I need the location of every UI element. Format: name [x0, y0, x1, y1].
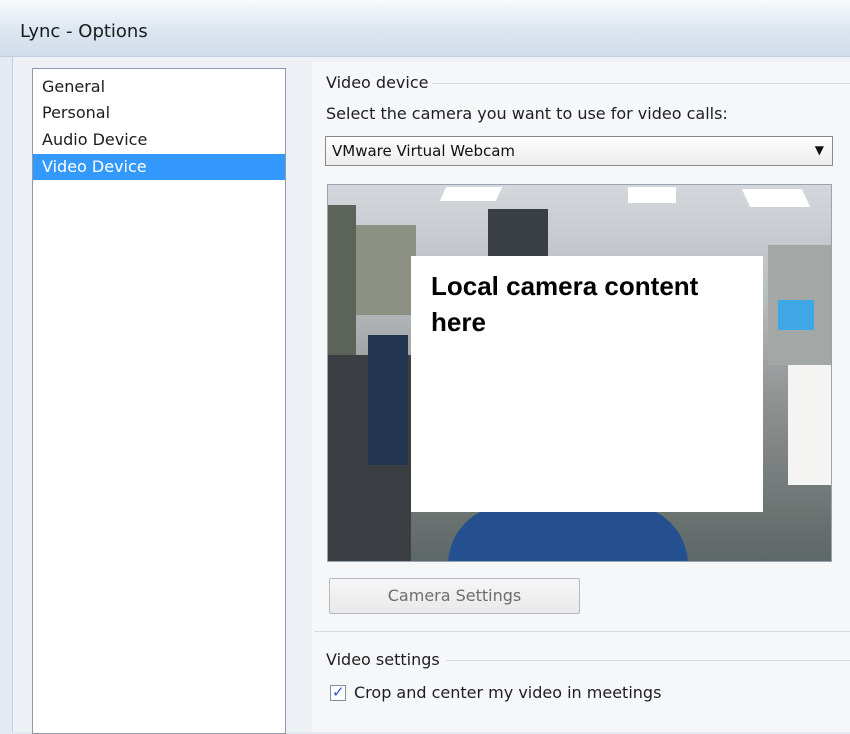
camera-settings-button[interactable]: Camera Settings — [329, 578, 580, 614]
video-device-group-label: Video device — [326, 73, 429, 92]
office-chair — [368, 335, 408, 465]
preview-overlay: Local camera content here — [411, 256, 763, 512]
window-title: Lync - Options — [20, 21, 148, 42]
sidebar-item-video-device[interactable]: Video Device — [33, 154, 285, 180]
sidebar-item-general[interactable]: General — [33, 74, 285, 100]
title-bar: Lync - Options — [0, 0, 850, 57]
group-divider — [314, 631, 850, 632]
camera-preview: Local camera content here — [327, 184, 832, 562]
ceiling-light — [741, 189, 811, 207]
crop-center-checkbox[interactable]: ✓ — [330, 683, 346, 701]
office-plant — [356, 225, 416, 315]
options-nav-list[interactable]: General Personal Audio Device Video Devi… — [32, 68, 286, 734]
sidebar-item-audio-device[interactable]: Audio Device — [33, 127, 285, 153]
office-monitor — [778, 300, 814, 330]
triangle-down-icon: ▼ — [814, 143, 824, 157]
camera-select-value: VMware Virtual Webcam — [332, 142, 516, 160]
ceiling-light — [439, 187, 503, 201]
camera-select[interactable]: VMware Virtual Webcam ▼ — [325, 136, 833, 166]
checkmark-icon: ✓ — [332, 683, 345, 701]
camera-select-prompt: Select the camera you want to use for vi… — [326, 104, 728, 123]
office-cabinet — [788, 365, 831, 485]
group-divider — [432, 83, 850, 84]
preview-overlay-text: Local camera content here — [431, 271, 699, 337]
group-divider — [446, 660, 850, 661]
sidebar-item-personal[interactable]: Personal — [33, 100, 285, 126]
office-window — [488, 209, 548, 259]
ceiling-light — [628, 187, 676, 203]
person-shoulders — [448, 505, 688, 561]
video-settings-group-label: Video settings — [326, 650, 440, 669]
crop-center-label[interactable]: Crop and center my video in meetings — [354, 683, 661, 702]
